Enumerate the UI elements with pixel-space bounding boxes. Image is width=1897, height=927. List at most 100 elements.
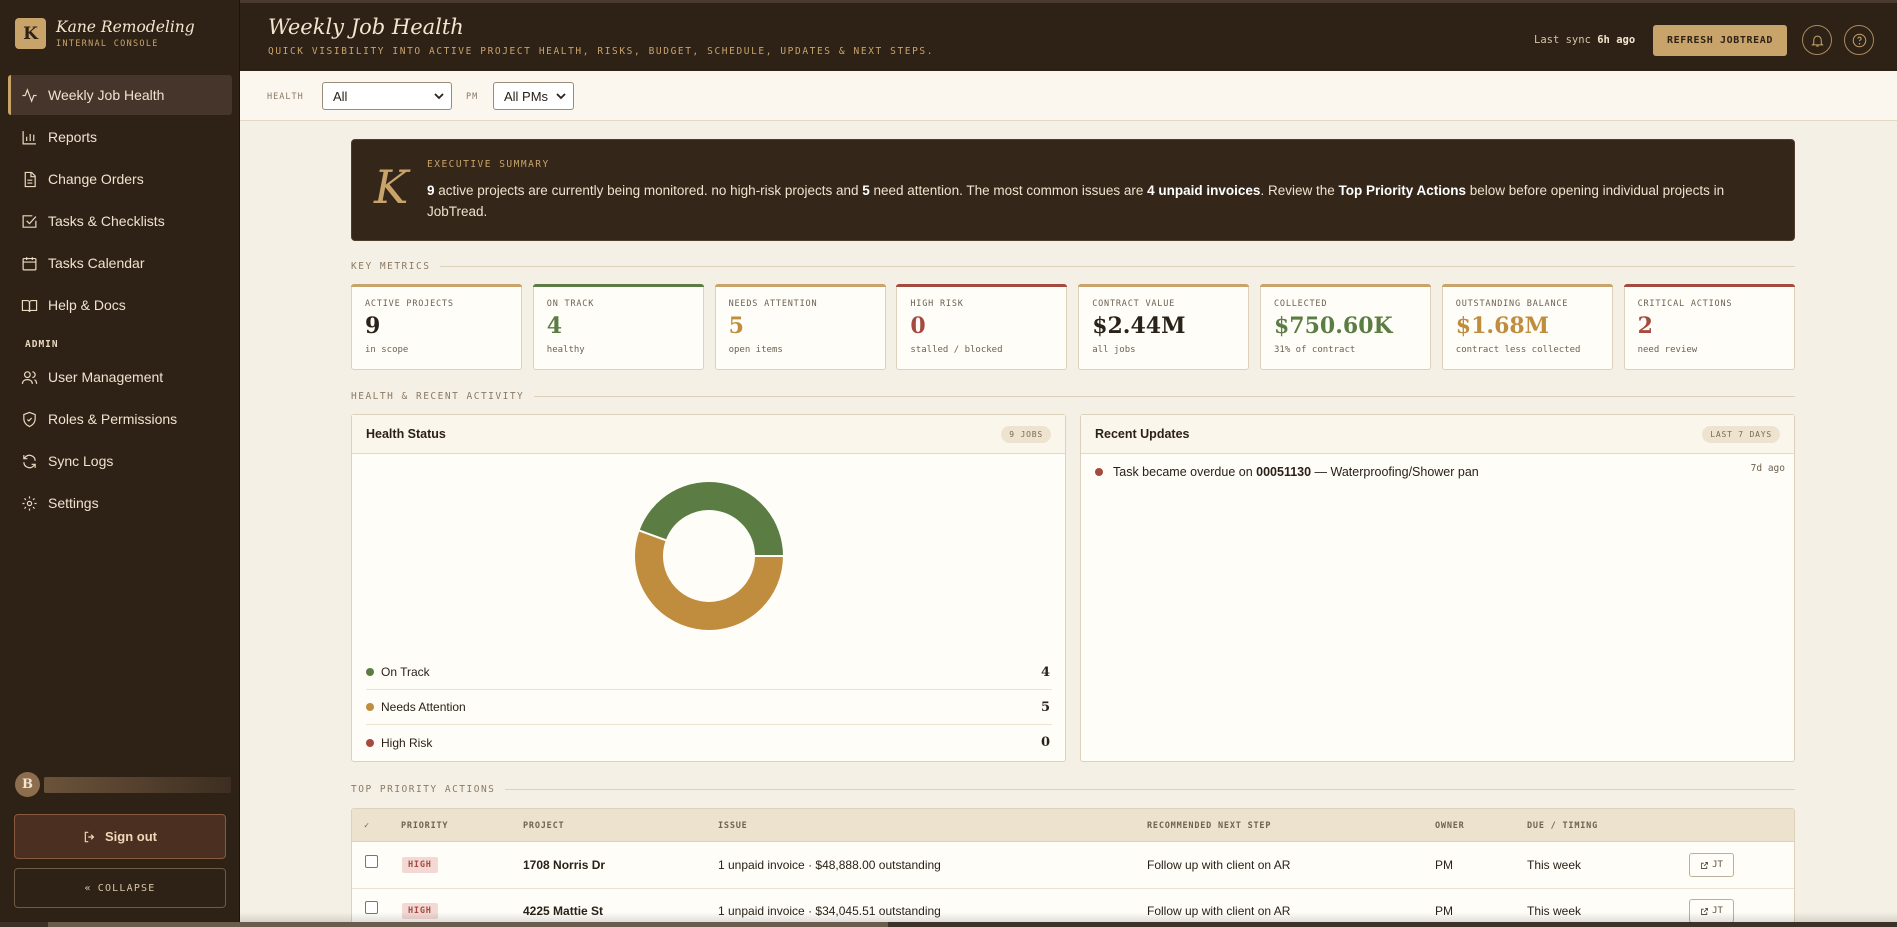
metric-value: 9 [365, 313, 381, 339]
collapse-button[interactable]: « COLLAPSE [14, 868, 226, 908]
metric-value: $750.60K [1274, 313, 1393, 339]
sidebar-item-weekly-job-health[interactable]: Weekly Job Health [8, 75, 232, 115]
metric-label: COLLECTED [1274, 299, 1328, 309]
filter-bar: HEALTH All PM All PMs [240, 71, 1897, 121]
sign-out-label: Sign out [105, 829, 157, 844]
open-in-jobtread-button[interactable]: JT [1689, 899, 1734, 923]
last-sync-value: 6h ago [1597, 34, 1636, 46]
page-title: Weekly Job Health [268, 15, 464, 39]
brand[interactable]: K Kane Remodeling INTERNAL CONSOLE [15, 18, 195, 49]
project-name[interactable]: 1708 Norris Dr [523, 858, 605, 872]
book-icon [21, 299, 38, 312]
health-filter-label: HEALTH [267, 92, 304, 102]
collapse-label: COLLAPSE [97, 882, 156, 894]
gear-icon [22, 495, 37, 511]
legend-label: On Track [381, 665, 430, 679]
sidebar-item-tasks-calendar[interactable]: Tasks Calendar [8, 243, 232, 283]
legend-item-on-track: On Track 4 [366, 655, 1052, 690]
metric-card-collected: COLLECTED $750.60K 31% of contract [1260, 284, 1431, 370]
health-activity-heading: HEALTH & RECENT ACTIVITY [351, 391, 1795, 402]
recent-updates-card: Recent Updates LAST 7 DAYS Task became o… [1080, 414, 1795, 762]
refresh-icon [23, 454, 36, 468]
column-header-project: PROJECT [523, 821, 565, 831]
row-checkbox[interactable] [365, 901, 378, 914]
priority-actions-table: ✓ PRIORITY PROJECT ISSUE RECOMMENDED NEX… [351, 808, 1795, 927]
sidebar-item-label: Settings [48, 495, 99, 511]
sidebar-item-help-docs[interactable]: Help & Docs [8, 285, 232, 325]
update-time: 7d ago [1750, 463, 1785, 474]
chevron-down-icon [434, 93, 444, 100]
legend-count: 4 [1040, 664, 1050, 680]
key-metrics-heading: KEY METRICS [351, 261, 1795, 272]
jt-label: JT [1712, 906, 1723, 916]
sidebar-item-tasks-checklists[interactable]: Tasks & Checklists [8, 201, 232, 241]
brand-subtitle: INTERNAL CONSOLE [56, 39, 159, 49]
column-header-priority: PRIORITY [401, 821, 449, 831]
executive-summary: K EXECUTIVE SUMMARY 9 active projects ar… [351, 139, 1795, 241]
sidebar-item-change-orders[interactable]: Change Orders [8, 159, 232, 199]
scrollbar-thumb[interactable] [48, 922, 888, 927]
summary-label: EXECUTIVE SUMMARY [427, 159, 550, 170]
summary-text: 9 active projects are currently being mo… [427, 183, 1725, 219]
update-item[interactable]: Task became overdue on 00051130 — Waterp… [1095, 463, 1785, 479]
sidebar-item-sync-logs[interactable]: Sync Logs [8, 441, 232, 481]
sidebar-item-label: User Management [48, 369, 164, 385]
priority-badge: HIGH [402, 857, 438, 873]
brand-name: Kane Remodeling [56, 18, 195, 36]
help-button[interactable] [1844, 25, 1874, 55]
metric-value: 0 [910, 313, 926, 339]
help-icon [1852, 33, 1866, 47]
sidebar-item-label: Tasks & Checklists [48, 213, 165, 229]
pm-filter-value: All PMs [504, 88, 549, 104]
last-sync-label: Last sync [1534, 34, 1591, 46]
users-icon [21, 370, 38, 384]
pm-filter-select[interactable]: All PMs [493, 82, 574, 110]
jobs-count-badge: 9 JOBS [1001, 425, 1051, 443]
notifications-button[interactable] [1802, 25, 1832, 55]
sign-out-icon [84, 831, 95, 842]
project-name[interactable]: 4225 Mattie St [523, 904, 603, 918]
metric-value: 5 [728, 313, 744, 339]
next-step-text: Follow up with client on AR [1147, 858, 1291, 872]
sidebar: K Kane Remodeling INTERNAL CONSOLE Weekl… [0, 0, 240, 927]
sidebar-item-reports[interactable]: Reports [8, 117, 232, 157]
last-sync-status: Last sync 6h ago [1534, 34, 1635, 46]
health-filter-select[interactable]: All [322, 82, 452, 110]
status-dot [1095, 468, 1103, 476]
legend-label: High Risk [381, 735, 433, 750]
health-filter-value: All [333, 88, 348, 104]
metric-subtext: contract less collected [1455, 345, 1581, 355]
metric-card-active-projects: ACTIVE PROJECTS 9 in scope [351, 284, 522, 370]
due-text: This week [1527, 904, 1582, 918]
metric-subtext: in scope [365, 345, 409, 355]
health-status-card: Health Status 9 JOBS On Track 4 Needs Atte… [351, 414, 1066, 762]
pm-filter-label: PM [466, 92, 479, 102]
sidebar-item-user-management[interactable]: User Management [8, 357, 232, 397]
row-checkbox[interactable] [365, 855, 378, 868]
open-in-jobtread-button[interactable]: JT [1689, 853, 1734, 877]
metric-value: $2.44M [1092, 313, 1186, 339]
metric-label: ON TRACK [546, 299, 595, 309]
refresh-jobtread-button[interactable]: REFRESH JOBTREAD [1653, 25, 1787, 56]
metric-label: ACTIVE PROJECTS [365, 299, 454, 309]
top-header: Weekly Job Health QUICK VISIBILITY INTO … [240, 0, 1897, 71]
sidebar-item-label: Weekly Job Health [48, 87, 165, 103]
sign-out-button[interactable]: Sign out [14, 814, 226, 859]
metric-card-critical-actions: CRITICAL ACTIONS 2 need review [1623, 284, 1795, 370]
activity-icon [22, 87, 37, 103]
column-header-next-step: RECOMMENDED NEXT STEP [1147, 821, 1272, 831]
sidebar-item-label: Change Orders [48, 171, 144, 187]
health-status-title: Health Status [366, 427, 446, 441]
sidebar-item-settings[interactable]: Settings [8, 483, 232, 523]
legend-label: Needs Attention [381, 700, 466, 714]
legend-count: 5 [1040, 699, 1050, 715]
column-header-due: DUE / TIMING [1527, 821, 1599, 831]
top-priority-heading: TOP PRIORITY ACTIONS [351, 784, 1795, 795]
user-profile[interactable]: B [15, 771, 231, 798]
table-header: ✓ PRIORITY PROJECT ISSUE RECOMMENDED NEX… [352, 809, 1794, 842]
sidebar-item-roles-permissions[interactable]: Roles & Permissions [8, 399, 232, 439]
legend-count: 0 [1040, 735, 1050, 750]
table-row[interactable]: HIGH 1708 Norris Dr 1 unpaid invoice · $48… [352, 843, 1794, 889]
select-column-header: ✓ [364, 821, 370, 831]
sidebar-item-label: Roles & Permissions [48, 411, 178, 427]
